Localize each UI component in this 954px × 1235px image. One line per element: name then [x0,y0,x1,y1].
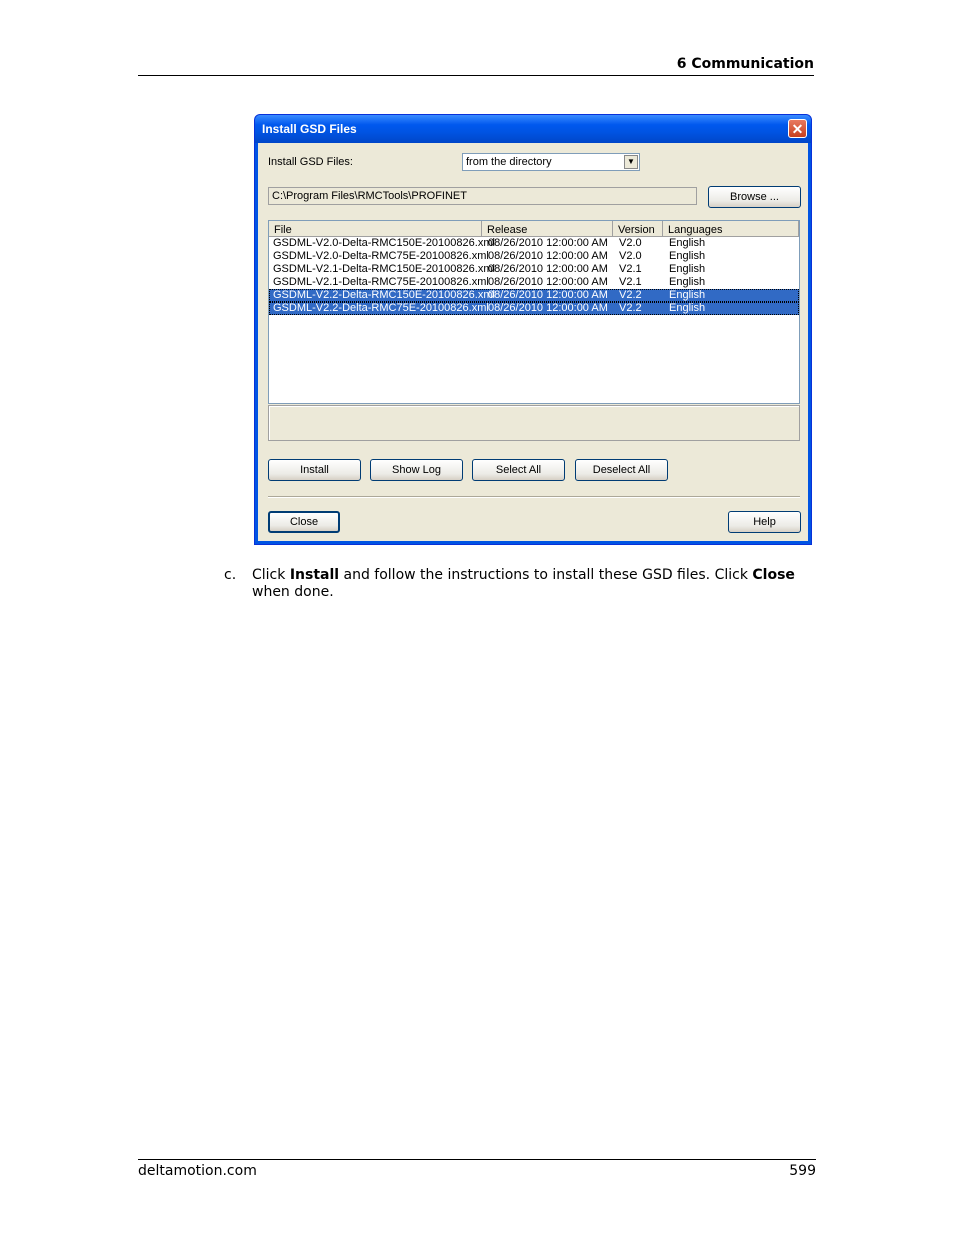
table-row[interactable]: GSDML-V2.1-Delta-RMC150E-20100826.xml 08/… [269,263,799,276]
cell-version: V2.2 [619,289,642,301]
table-row[interactable]: GSDML-V2.1-Delta-RMC75E-20100826.xml 08/2… [269,276,799,289]
separator [268,496,800,498]
cell-release: 08/26/2010 12:00:00 AM [488,276,608,288]
show-log-button[interactable]: Show Log [370,459,463,481]
cell-file: GSDML-V2.0-Delta-RMC150E-20100826.xml [273,237,495,249]
source-select-value: from the directory [466,156,552,168]
help-button[interactable]: Help [728,511,801,533]
cell-version: V2.0 [619,237,642,249]
browse-button[interactable]: Browse ... [708,186,801,208]
cell-version: V2.1 [619,263,642,275]
step-text-pre: Click [252,567,290,583]
cell-language: English [669,263,706,275]
list-rows: GSDML-V2.0-Delta-RMC150E-20100826.xml 08/… [269,237,799,315]
cell-release: 08/26/2010 12:00:00 AM [488,289,608,301]
dialog-titlebar: Install GSD Files ✕ [255,115,811,143]
step-text-post: when done. [252,584,334,600]
cell-version: V2.0 [619,250,642,262]
close-icon[interactable]: ✕ [788,119,807,138]
cell-language: English [669,289,706,301]
column-header-languages[interactable]: Languages [663,221,799,237]
cell-file: GSDML-V2.2-Delta-RMC75E-20100826.xml [273,302,489,314]
step-install-word: Install [289,567,340,583]
column-header-file[interactable]: File [269,221,482,237]
install-button-label: Install [300,464,329,476]
install-source-label: Install GSD Files: [268,156,353,168]
cell-version: V2.1 [619,276,642,288]
help-button-label: Help [753,516,776,528]
install-gsd-dialog: Install GSD Files ✕ Install GSD Files: f… [254,114,812,545]
chapter-title: 6 Communication [676,56,814,72]
table-row[interactable]: GSDML-V2.2-Delta-RMC75E-20100826.xml 08/2… [269,302,799,315]
dialog-body: Install GSD Files: from the directory ▼ … [258,143,808,541]
cell-language: English [669,250,706,262]
chevron-down-icon[interactable]: ▼ [624,155,638,169]
table-row[interactable]: GSDML-V2.0-Delta-RMC75E-20100826.xml 08/2… [269,250,799,263]
cell-release: 08/26/2010 12:00:00 AM [488,237,608,249]
cell-language: English [669,237,706,249]
deselect-all-button-label: Deselect All [592,464,651,476]
column-header-version[interactable]: Version [613,221,663,237]
cell-language: English [669,302,706,314]
path-value: C:\Program Files\RMCTools\PROFINET [272,190,467,202]
cell-release: 08/26/2010 12:00:00 AM [488,302,608,314]
gsd-file-list[interactable]: File Release Version Languages GSDML-V2.… [268,220,800,404]
close-button[interactable]: Close [268,511,340,533]
browse-button-label: Browse ... [730,191,779,203]
table-row[interactable]: GSDML-V2.2-Delta-RMC150E-20100826.xml 08/… [269,289,799,302]
cell-file: GSDML-V2.1-Delta-RMC75E-20100826.xml [273,276,489,288]
step-text: Click Install and follow the instruction… [252,567,812,601]
select-all-button-label: Select All [495,464,542,476]
cell-file: GSDML-V2.1-Delta-RMC150E-20100826.xml [273,263,495,275]
table-row[interactable]: GSDML-V2.0-Delta-RMC150E-20100826.xml 08/… [269,237,799,250]
list-header: File Release Version Languages [269,221,799,237]
page-footer: deltamotion.com 599 [138,1159,816,1179]
footer-site: deltamotion.com [138,1163,257,1179]
column-header-release[interactable]: Release [482,221,613,237]
page-header: 6 Communication [138,56,814,76]
cell-release: 08/26/2010 12:00:00 AM [488,250,608,262]
install-button[interactable]: Install [268,459,361,481]
cell-version: V2.2 [619,302,642,314]
select-all-button[interactable]: Select All [472,459,565,481]
step-marker: c. [224,567,237,583]
page-number: 599 [789,1163,816,1179]
dialog-title: Install GSD Files [262,122,357,136]
source-select[interactable]: from the directory ▼ [462,153,640,171]
close-button-label: Close [289,516,319,528]
cell-language: English [669,276,706,288]
cell-file: GSDML-V2.0-Delta-RMC75E-20100826.xml [273,250,489,262]
deselect-all-button[interactable]: Deselect All [575,459,668,481]
cell-release: 08/26/2010 12:00:00 AM [488,263,608,275]
path-field[interactable]: C:\Program Files\RMCTools\PROFINET [268,187,697,205]
show-log-button-label: Show Log [392,464,441,476]
status-box [268,405,800,441]
step-close-word: Close [752,567,795,583]
cell-file: GSDML-V2.2-Delta-RMC150E-20100826.xml [273,289,495,301]
step-text-mid: and follow the instructions to install t… [339,567,753,583]
